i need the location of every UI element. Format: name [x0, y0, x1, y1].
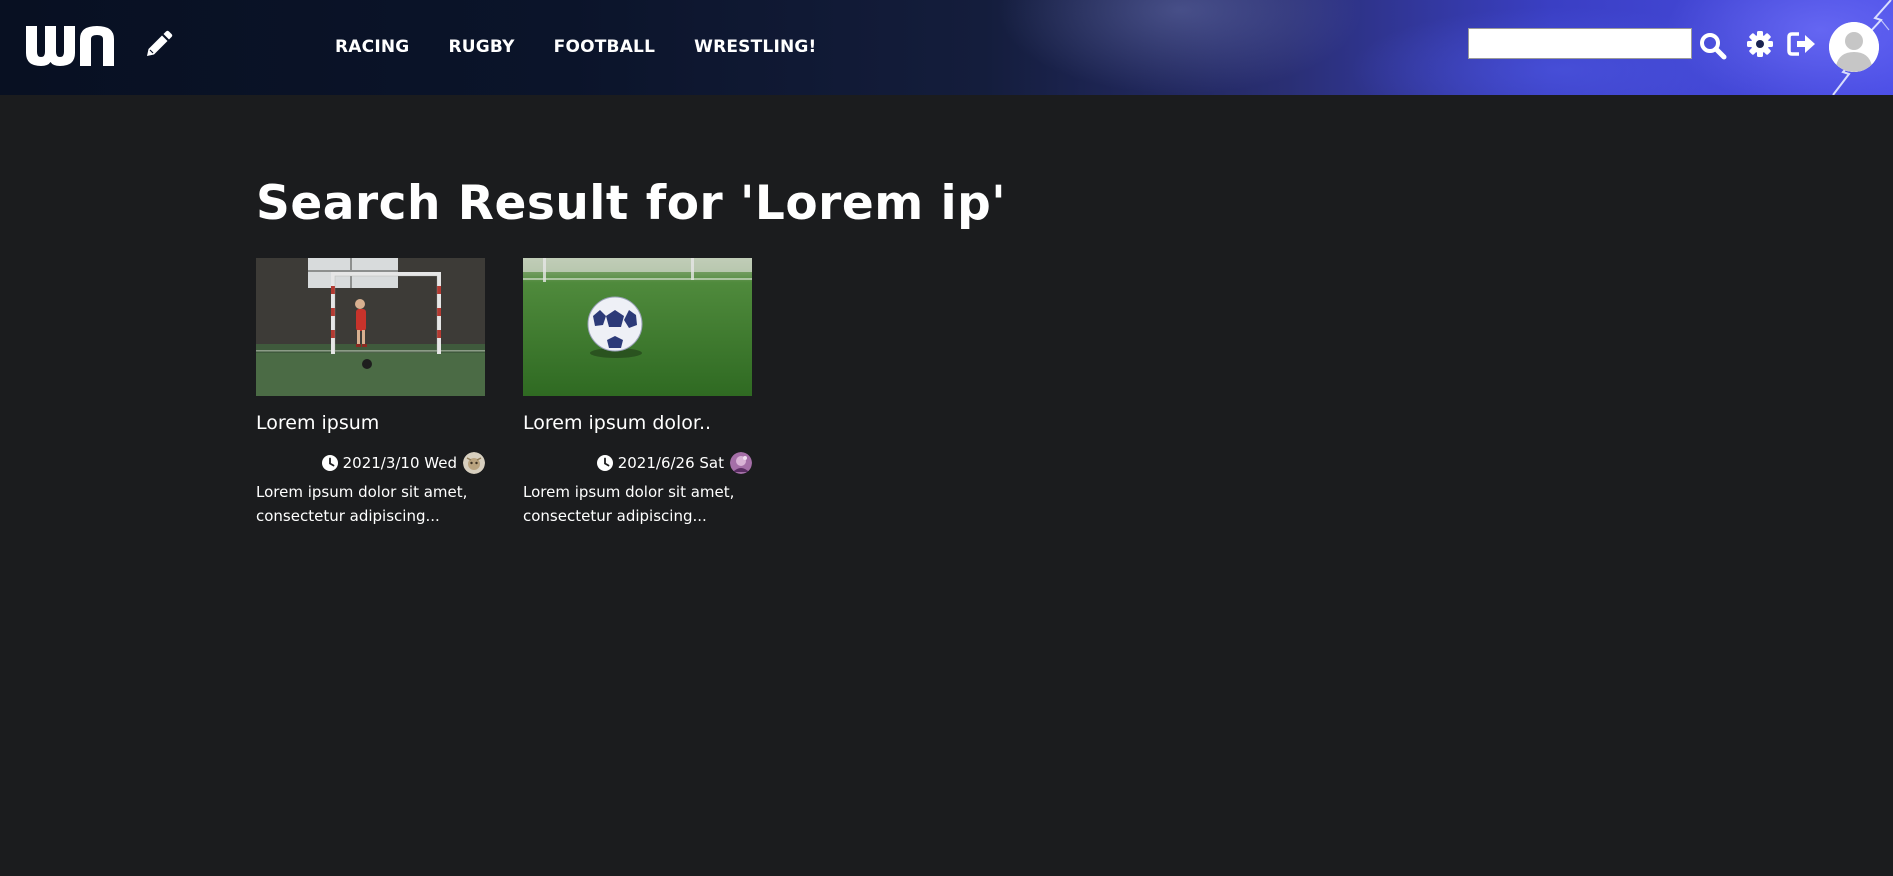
site-logo[interactable]: wn: [22, 22, 118, 68]
search-input[interactable]: [1468, 28, 1692, 59]
result-card[interactable]: Lorem ipsum 2021/3/10 Wed Lorem ipsum do…: [256, 258, 486, 528]
author-avatar[interactable]: [463, 452, 485, 474]
clock-icon: [596, 455, 613, 471]
nav-item-wrestling[interactable]: WRESTLING!: [694, 37, 816, 57]
result-thumbnail-soccer-ball[interactable]: [523, 258, 752, 396]
nav-item-rugby[interactable]: RUGBY: [448, 37, 514, 57]
result-card[interactable]: Lorem ipsum dolor.. 2021/6/26 Sat Lorem …: [523, 258, 753, 528]
user-avatar-icon[interactable]: [1829, 22, 1879, 72]
nav-item-racing[interactable]: RACING: [335, 37, 409, 57]
main-nav: RACING RUGBY FOOTBALL WRESTLING!: [335, 37, 856, 57]
page-title: Search Result for 'Lorem ip': [256, 176, 1007, 231]
result-thumbnail-child-soccer[interactable]: [256, 258, 485, 396]
nav-item-football[interactable]: FOOTBALL: [554, 37, 656, 57]
result-excerpt: Lorem ipsum dolor sit amet, consectetur …: [256, 483, 468, 525]
clock-icon: [321, 455, 338, 471]
result-excerpt: Lorem ipsum dolor sit amet, consectetur …: [523, 483, 735, 525]
logout-icon[interactable]: [1787, 30, 1817, 58]
result-meta: 2021/3/10 Wed: [256, 451, 485, 475]
site-header: wn RACING RUGBY FOOTBALL WRESTLING!: [0, 0, 1893, 95]
result-date: 2021/3/10 Wed: [342, 454, 457, 472]
result-title[interactable]: Lorem ipsum dolor..: [523, 412, 753, 436]
pencil-icon[interactable]: [143, 30, 173, 60]
result-meta: 2021/6/26 Sat: [523, 451, 752, 475]
gear-icon[interactable]: [1746, 30, 1774, 58]
result-title[interactable]: Lorem ipsum: [256, 412, 486, 436]
result-date: 2021/6/26 Sat: [617, 454, 724, 472]
search-icon[interactable]: [1699, 32, 1727, 60]
author-avatar[interactable]: [730, 452, 752, 474]
